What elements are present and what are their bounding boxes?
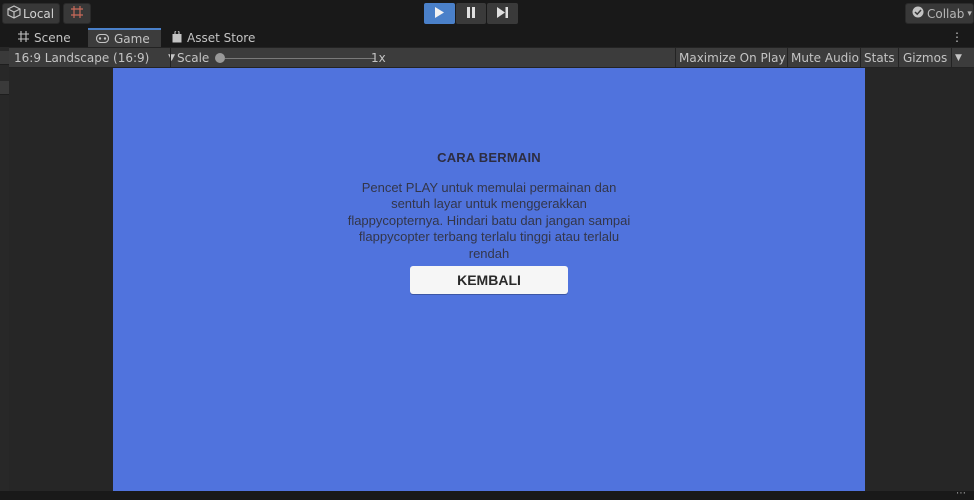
grid-snap-icon bbox=[70, 5, 84, 22]
scale-value: 1x bbox=[371, 51, 386, 65]
chevron-down-icon: ▾ bbox=[967, 8, 972, 19]
aspect-dropdown[interactable]: 16:9 Landscape (16:9) ▼ bbox=[14, 48, 175, 68]
divider bbox=[170, 48, 171, 68]
divider bbox=[675, 48, 676, 68]
gamepad-icon bbox=[95, 32, 110, 46]
main-toolbar: Local Collab ▾ bbox=[0, 0, 974, 27]
gizmos-toggle[interactable]: Gizmos bbox=[903, 48, 947, 68]
status-icon: ⋯ bbox=[956, 488, 966, 499]
scale-label: Scale bbox=[177, 51, 210, 65]
tab-label: Scene bbox=[34, 31, 71, 45]
shopping-bag-icon bbox=[172, 29, 182, 46]
pause-button[interactable] bbox=[455, 3, 487, 24]
check-circle-icon bbox=[912, 6, 924, 21]
panel-edge-mark bbox=[0, 81, 9, 95]
aspect-label: 16:9 Landscape (16:9) bbox=[14, 51, 150, 65]
tab-game[interactable]: Game bbox=[88, 28, 161, 47]
divider bbox=[951, 48, 952, 68]
maximize-on-play-toggle[interactable]: Maximize On Play bbox=[679, 48, 786, 68]
game-view-toolbar: 16:9 Landscape (16:9) ▼ Scale 1x Maximiz… bbox=[9, 47, 974, 68]
how-to-play-title: CARA BERMAIN bbox=[437, 150, 541, 165]
tab-scene[interactable]: Scene bbox=[10, 29, 79, 47]
grid-icon bbox=[18, 31, 29, 45]
instructions-text: Pencet PLAY untuk memulai permainan dan … bbox=[347, 180, 631, 261]
play-icon bbox=[434, 6, 445, 21]
snap-grid-button[interactable] bbox=[63, 3, 91, 24]
step-icon bbox=[497, 6, 509, 21]
account-button[interactable]: Local bbox=[2, 3, 60, 24]
back-button[interactable]: KEMBALI bbox=[410, 266, 568, 294]
play-button[interactable] bbox=[424, 3, 455, 24]
game-screen: CARA BERMAIN Pencet PLAY untuk memulai p… bbox=[113, 68, 865, 491]
pause-icon bbox=[466, 6, 476, 21]
stats-toggle[interactable]: Stats bbox=[864, 48, 895, 68]
panel-edge-mark bbox=[0, 51, 9, 65]
more-options-icon[interactable]: ⋮ bbox=[951, 30, 963, 44]
playmode-controls bbox=[424, 3, 519, 24]
collab-button[interactable]: Collab ▾ bbox=[905, 3, 974, 24]
scale-slider-handle[interactable] bbox=[215, 53, 225, 63]
gizmos-dropdown-icon[interactable]: ▼ bbox=[955, 48, 962, 68]
cube-icon bbox=[7, 5, 21, 22]
editor-tabs: Scene Game Asset Store ⋮ bbox=[0, 27, 974, 47]
tab-asset-store[interactable]: Asset Store bbox=[164, 29, 263, 47]
step-button[interactable] bbox=[487, 3, 519, 24]
divider bbox=[898, 48, 899, 68]
tab-label: Asset Store bbox=[187, 31, 256, 45]
collab-label: Collab bbox=[927, 6, 965, 21]
status-bar: ⋯ bbox=[0, 488, 974, 500]
tab-label: Game bbox=[114, 31, 150, 46]
scale-slider-track[interactable] bbox=[225, 58, 375, 59]
left-panel-edge bbox=[0, 47, 9, 500]
mute-audio-toggle[interactable]: Mute Audio bbox=[791, 48, 859, 68]
account-label: Local bbox=[23, 6, 55, 21]
divider bbox=[860, 48, 861, 68]
divider bbox=[787, 48, 788, 68]
